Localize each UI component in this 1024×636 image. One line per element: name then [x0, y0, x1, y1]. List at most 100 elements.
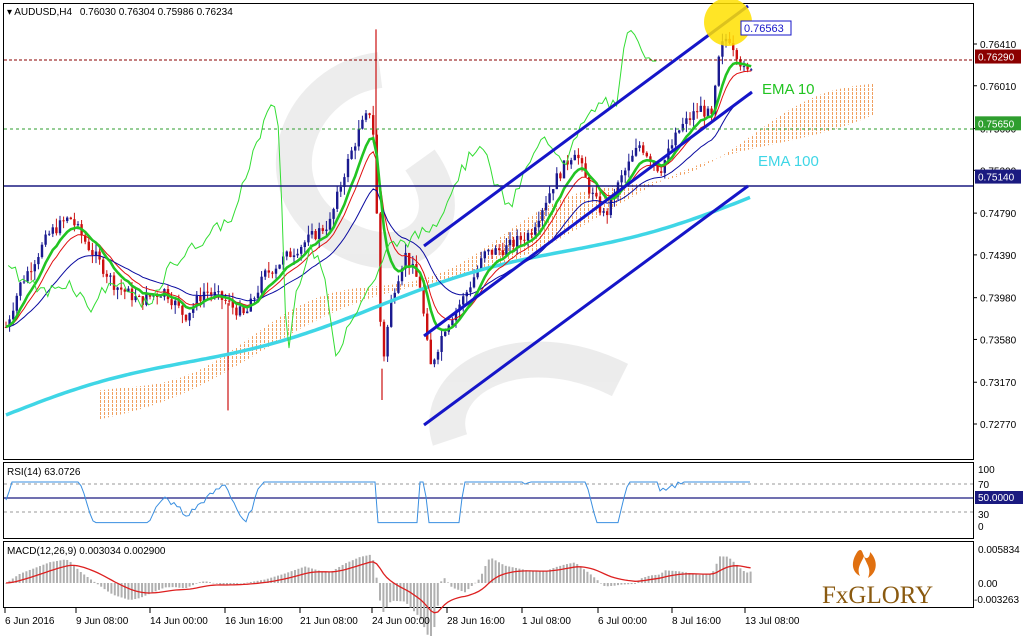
macd-bar — [28, 569, 31, 583]
macd-bar — [277, 575, 279, 583]
candle-body — [372, 115, 375, 135]
macd-bar — [355, 558, 358, 583]
macd-bar — [236, 583, 239, 584]
rsi-tick-30: 30 — [978, 510, 990, 521]
macd-bar — [627, 583, 630, 585]
macd-bar — [586, 571, 589, 583]
ema100-label: EMA 100 — [758, 153, 819, 170]
candle-body — [552, 189, 555, 194]
macd-bar — [341, 564, 344, 583]
macd-bar — [232, 583, 235, 585]
macd-bar — [379, 583, 381, 601]
candle-body — [490, 249, 494, 255]
macd-bar — [630, 583, 633, 585]
candle-body — [696, 111, 699, 113]
macd-bar — [175, 583, 177, 588]
macd-bar — [154, 583, 157, 592]
macd-bar — [45, 563, 48, 583]
macd-bar — [698, 574, 701, 583]
macd-bar — [498, 562, 500, 583]
macd-bar — [107, 583, 109, 592]
macd-bar — [508, 566, 511, 583]
candle-body — [631, 155, 634, 162]
macd-bar — [708, 573, 711, 583]
candle-body — [350, 150, 353, 159]
macd-bar — [385, 583, 388, 608]
macd-bar — [674, 571, 677, 583]
candle-body — [116, 287, 119, 290]
macd-bar — [528, 571, 531, 583]
macd-bar — [328, 572, 330, 583]
macd-bar — [583, 569, 585, 583]
candle-body — [541, 210, 544, 221]
candle-body — [325, 229, 328, 231]
candle-body — [620, 175, 623, 183]
candle-body — [678, 130, 681, 133]
macd-bar — [249, 581, 252, 583]
macd-bar — [746, 572, 749, 583]
macd-bar — [110, 583, 113, 594]
macd-bar — [195, 583, 198, 584]
macd-bar — [372, 560, 375, 583]
price-tick-label: 0.73580 — [980, 335, 1017, 346]
candle-body — [534, 227, 537, 235]
macd-bar — [348, 561, 351, 583]
candle-body — [544, 202, 548, 211]
candle-body — [292, 255, 296, 257]
candle-body — [609, 197, 612, 216]
macd-bar — [600, 583, 602, 584]
macd-bar — [192, 583, 194, 586]
candle-body — [199, 295, 202, 302]
macd-bar — [436, 583, 439, 606]
macd-bar — [413, 583, 415, 612]
candle-body — [523, 239, 526, 241]
macd-bar — [158, 583, 160, 590]
macd-bar — [307, 567, 310, 583]
macd-bar — [460, 583, 463, 592]
candle-body — [555, 173, 558, 190]
macd-bar — [205, 581, 208, 583]
macd-bar — [562, 564, 565, 583]
macd-bar — [73, 565, 75, 583]
time-tick-label: 24 Jun 00:00 — [372, 616, 430, 627]
macd-bar — [433, 583, 436, 628]
macd-bar — [243, 583, 245, 584]
candle-body — [390, 299, 393, 327]
macd-bar — [634, 583, 636, 584]
macd-bar — [409, 583, 412, 608]
macd-bar — [178, 583, 181, 588]
price-tick-label: 0.76010 — [980, 82, 1017, 93]
candle-body — [94, 251, 98, 255]
macd-bar — [351, 560, 354, 583]
macd-bar — [613, 583, 616, 586]
candle-body — [357, 128, 360, 147]
candle-body — [253, 298, 256, 300]
candle-body — [483, 251, 486, 259]
macd-bar — [406, 583, 409, 604]
macd-bar — [239, 583, 242, 584]
candle-body — [33, 264, 36, 272]
candle-body — [339, 186, 342, 192]
candle-body — [130, 288, 134, 301]
macd-bar — [215, 583, 218, 584]
macd-bar — [623, 583, 626, 585]
candle-body — [332, 208, 335, 219]
macd-bar — [555, 566, 558, 583]
macd-bar — [124, 583, 126, 599]
candle-body — [307, 234, 310, 243]
macd-bar — [559, 565, 562, 583]
macd-bar — [161, 583, 164, 589]
candle-body — [688, 118, 692, 120]
candle-body — [300, 247, 303, 254]
time-tick-label: 21 Jun 08:00 — [300, 616, 358, 627]
candle-body — [645, 152, 648, 157]
time-tick-label: 14 Jun 00:00 — [150, 616, 208, 627]
candle-body — [62, 220, 65, 222]
macd-bar — [542, 571, 545, 583]
macd-bar — [440, 581, 443, 583]
macd-bar — [399, 583, 402, 602]
candle-body — [382, 321, 386, 357]
macd-bar — [603, 583, 606, 586]
macd-bar — [338, 566, 341, 583]
macd-bar — [487, 559, 490, 583]
